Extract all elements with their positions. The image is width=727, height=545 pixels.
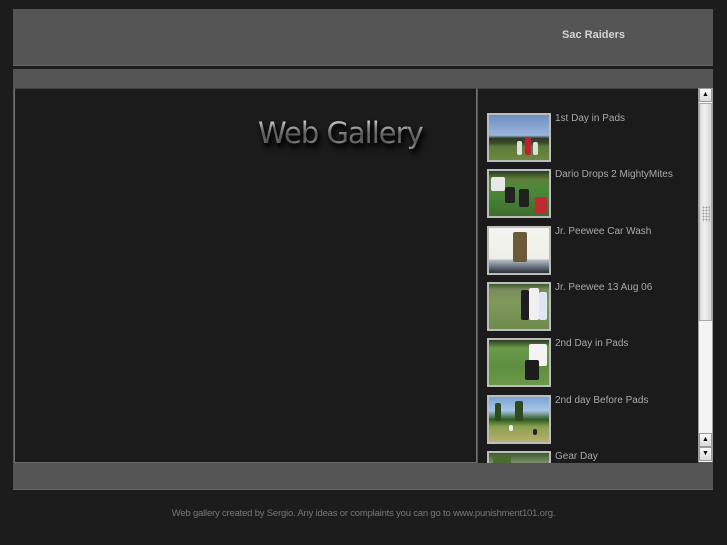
album-item[interactable]: Gear Day (487, 451, 697, 463)
arrow-up-icon: ▲ (702, 436, 709, 443)
footer-credit: Web gallery created by Sergio. Any ideas… (171, 508, 556, 519)
album-thumbnail[interactable] (487, 338, 551, 387)
album-thumbnail[interactable] (487, 451, 551, 463)
arrow-up-icon: ▲ (702, 91, 709, 98)
album-thumbnail[interactable] (487, 395, 551, 444)
album-label[interactable]: Dario Drops 2 MightyMites (555, 169, 673, 180)
album-item[interactable]: 1st Day in Pads (487, 113, 697, 165)
album-label[interactable]: 2nd Day in Pads (555, 338, 628, 349)
album-thumbnail[interactable] (487, 226, 551, 275)
album-item[interactable]: Dario Drops 2 MightyMites (487, 169, 697, 221)
site-title[interactable]: Sac Raiders (562, 29, 625, 41)
grip-icon (702, 206, 710, 222)
album-thumbnail[interactable] (487, 169, 551, 218)
album-item[interactable]: 2nd day Before Pads (487, 395, 697, 447)
album-label[interactable]: Jr. Peewee Car Wash (555, 226, 651, 237)
album-label[interactable]: Gear Day (555, 451, 598, 462)
album-label[interactable]: 2nd day Before Pads (555, 395, 648, 406)
album-thumbnail[interactable] (487, 113, 551, 162)
gallery-title-logo: Web Gallery (258, 116, 424, 150)
album-label[interactable]: 1st Day in Pads (555, 113, 625, 124)
scroll-up-button[interactable]: ▲ (699, 88, 712, 102)
photo-viewer-panel: Web Gallery (14, 88, 477, 463)
scroll-down-button[interactable]: ▼ (699, 447, 712, 461)
scroll-up-button-secondary[interactable]: ▲ (699, 433, 712, 447)
scrollbar-thumb[interactable] (699, 103, 712, 321)
album-item[interactable]: Jr. Peewee Car Wash (487, 226, 697, 278)
site-header: Sac Raiders (13, 9, 713, 66)
album-item[interactable]: 2nd Day in Pads (487, 338, 697, 390)
album-label[interactable]: Jr. Peewee 13 Aug 06 (555, 282, 652, 293)
arrow-down-icon: ▼ (702, 450, 709, 457)
album-item[interactable]: Jr. Peewee 13 Aug 06 (487, 282, 697, 334)
album-thumbnail[interactable] (487, 282, 551, 331)
album-list: 1st Day in Pads Dario Drops 2 MightyMite… (478, 88, 698, 463)
album-list-scrollbar[interactable]: ▲ ▲ ▼ (698, 88, 713, 462)
